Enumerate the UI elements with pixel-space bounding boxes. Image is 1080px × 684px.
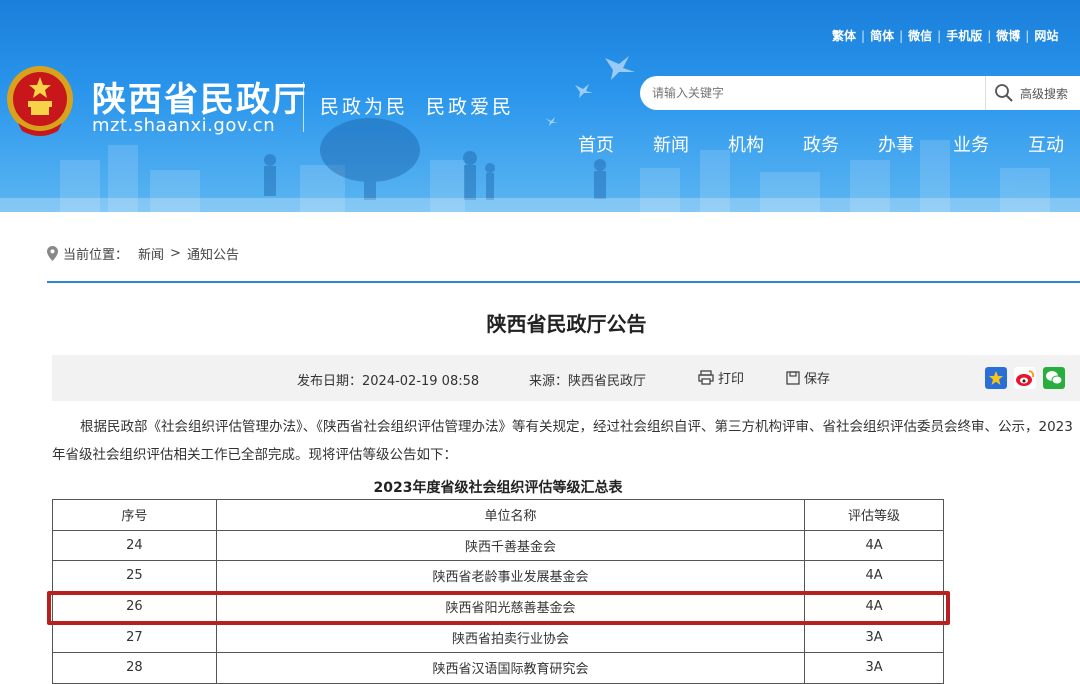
top-link-mobile[interactable]: 手机版	[946, 29, 982, 43]
weibo-icon	[1016, 370, 1035, 386]
cell-org-name: 陕西千善基金会	[215, 529, 806, 562]
search-input[interactable]	[640, 76, 960, 110]
star-icon	[989, 371, 1003, 385]
share-wechat-button[interactable]	[1043, 367, 1065, 389]
printer-icon	[698, 370, 714, 385]
table-row: 25 陕西省老龄事业发展基金会 4A	[52, 560, 944, 592]
publish-date: 发布日期：2024-02-19 08:58	[297, 374, 480, 389]
nav-interaction[interactable]: 互动	[1028, 131, 1064, 157]
top-link-site[interactable]: 网站	[1034, 29, 1058, 43]
top-link-traditional[interactable]: 繁体	[832, 29, 856, 43]
table-row: 28 陕西省汉语国际教育研究会 3A	[52, 651, 944, 684]
column-header-grade: 评估等级	[804, 499, 944, 531]
table-row: 27 陕西省拍卖行业协会 3A	[52, 621, 944, 653]
breadcrumb-news[interactable]: 新闻	[138, 244, 164, 263]
cell-grade: 3A	[804, 651, 944, 684]
advanced-search-label: 高级搜索	[1020, 86, 1069, 101]
header-divider	[303, 82, 304, 132]
table-header-row: 序号 单位名称 评估等级	[52, 499, 944, 531]
print-button[interactable]: 打印	[698, 368, 744, 387]
save-icon	[786, 370, 800, 385]
table-row: 24 陕西千善基金会 4A	[52, 529, 944, 562]
nav-government-affairs[interactable]: 政务	[803, 131, 839, 157]
cell-org-name: 陕西省老龄事业发展基金会	[215, 560, 806, 592]
share-weibo-button[interactable]	[1014, 367, 1036, 389]
cell-number: 24	[52, 529, 217, 562]
top-link-weibo[interactable]: 微博	[996, 29, 1020, 43]
table-title: 2023年度省级社会组织评估等级汇总表	[373, 480, 623, 496]
search-icon	[995, 84, 1013, 102]
top-link-simplified[interactable]: 简体	[870, 29, 894, 43]
cell-number: 27	[52, 621, 217, 653]
site-title[interactable]: 陕西省民政厅	[92, 72, 308, 121]
slogan: 民政为民 民政爱民	[320, 92, 514, 119]
breadcrumb-separator: >	[170, 246, 181, 261]
save-label: 保存	[804, 372, 831, 387]
site-url: mzt.shaanxi.gov.cn	[92, 115, 276, 136]
nav-home[interactable]: 首页	[578, 131, 614, 157]
slogan-part-1: 民政为民	[320, 96, 409, 118]
national-emblem-logo[interactable]	[4, 63, 76, 139]
main-nav: 首页 新闻 机构 政务 办事 业务 互动	[578, 131, 1080, 157]
cell-org-name: 陕西省拍卖行业协会	[215, 621, 806, 653]
wechat-icon	[1046, 371, 1063, 385]
article-body: 根据民政部《社会组织评估管理办法》、《陕西省社会组织评估管理办法》等有关规定，经…	[52, 413, 1080, 469]
slogan-part-2: 民政爱民	[426, 96, 515, 118]
cell-number: 25	[52, 560, 217, 592]
article-title: 陕西省民政厅公告	[486, 312, 647, 336]
print-label: 打印	[718, 372, 745, 387]
article-paragraph: 根据民政部《社会组织评估管理办法》、《陕西省社会组织评估管理办法》等有关规定，经…	[52, 419, 1073, 463]
article-source: 来源：陕西省民政厅	[529, 374, 647, 389]
row-highlight-box	[47, 591, 950, 625]
top-links-bar: 繁体 | 简体 | 微信 | 手机版 | 微博 | 网站	[832, 29, 1059, 43]
advanced-search-button[interactable]: 高级搜索	[985, 76, 1080, 110]
cell-number: 28	[52, 651, 217, 684]
save-button[interactable]: 保存	[786, 368, 830, 387]
column-header-number: 序号	[52, 499, 217, 531]
nav-business[interactable]: 业务	[953, 131, 989, 157]
breadcrumb-label: 当前位置：	[63, 248, 129, 263]
column-header-org-name: 单位名称	[215, 499, 806, 531]
article-meta-bar: 发布日期：2024-02-19 08:58 来源：陕西省民政厅 打印 保存	[52, 355, 1080, 401]
breadcrumb: 当前位置： 新闻 > 通知公告	[47, 244, 239, 263]
cell-grade: 4A	[804, 560, 944, 592]
cell-org-name: 陕西省汉语国际教育研究会	[215, 651, 806, 684]
location-pin-icon	[47, 246, 58, 261]
cell-grade: 4A	[804, 529, 944, 562]
breadcrumb-divider	[47, 281, 1080, 283]
nav-organization[interactable]: 机构	[728, 131, 764, 157]
share-qzone-button[interactable]	[985, 367, 1007, 389]
nav-services[interactable]: 办事	[878, 131, 914, 157]
search-box	[640, 76, 985, 110]
cell-grade: 3A	[804, 621, 944, 653]
breadcrumb-notices[interactable]: 通知公告	[187, 244, 239, 263]
site-header: 繁体 | 简体 | 微信 | 手机版 | 微博 | 网站 陕西省民政厅 mzt.shaanxi.go…	[0, 0, 1080, 212]
top-link-wechat[interactable]: 微信	[908, 29, 932, 43]
nav-news[interactable]: 新闻	[653, 131, 689, 157]
